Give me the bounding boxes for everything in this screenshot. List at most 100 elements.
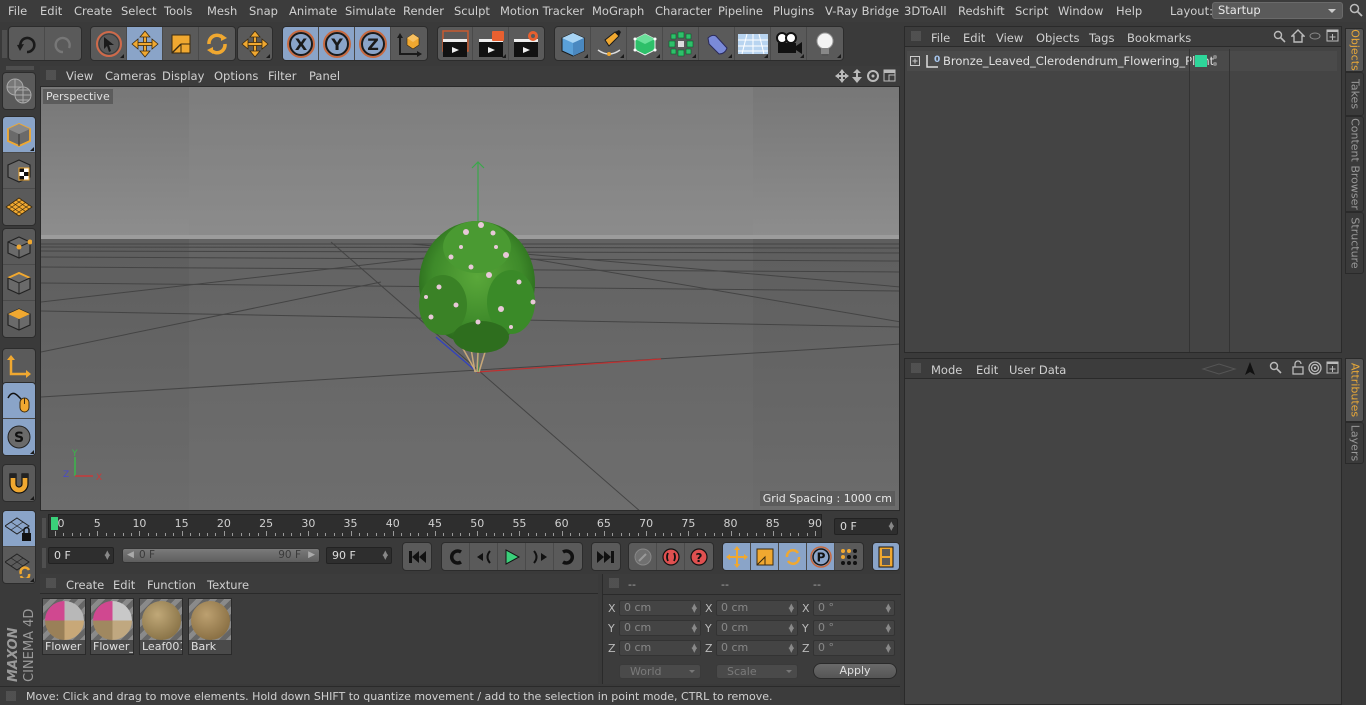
workplane-align-button[interactable]: [3, 547, 35, 583]
material-item[interactable]: Flower_: [90, 598, 134, 655]
range-right-arrow-icon[interactable]: ▶: [308, 549, 315, 562]
object-menu-file[interactable]: File: [931, 31, 950, 45]
goto-previous-key-button[interactable]: [442, 543, 470, 570]
menu-script[interactable]: Script: [1015, 4, 1048, 18]
x-axis-lock-button[interactable]: X: [283, 27, 319, 60]
timeline-grip[interactable]: [42, 518, 46, 538]
spinner-icon[interactable]: ▲ ▼: [886, 643, 891, 654]
pointer-icon[interactable]: [1244, 361, 1256, 376]
expand-icon[interactable]: [909, 55, 921, 67]
spinner-icon[interactable]: ▲ ▼: [692, 643, 697, 654]
spinner-icon[interactable]: ▲ ▼: [886, 623, 891, 634]
goto-next-key-button[interactable]: [554, 543, 582, 570]
menu-window[interactable]: Window: [1058, 4, 1103, 18]
viewport-menu-options[interactable]: Options: [214, 69, 258, 83]
object-menu-bookmarks[interactable]: Bookmarks: [1127, 31, 1191, 45]
status-grip[interactable]: [6, 691, 16, 701]
target-icon[interactable]: [1308, 361, 1322, 375]
menu-tools[interactable]: Tools: [164, 4, 192, 18]
points-mode-button[interactable]: [3, 229, 35, 265]
menu-help[interactable]: Help: [1116, 4, 1142, 18]
render-settings-button[interactable]: [509, 27, 544, 60]
texture-mode-button[interactable]: [3, 153, 35, 189]
attribute-menu-user-data[interactable]: User Data: [1009, 363, 1066, 377]
key-scale-button[interactable]: [751, 543, 779, 570]
history-nav-icon[interactable]: [1201, 363, 1237, 375]
menu-mograph[interactable]: MoGraph: [592, 4, 644, 18]
menu-character[interactable]: Character: [655, 4, 712, 18]
unlock-icon[interactable]: [1292, 360, 1304, 375]
start-frame-field[interactable]: 0 F ▲ ▼: [48, 547, 114, 564]
axis-mode-button[interactable]: [3, 349, 35, 385]
attribute-grip[interactable]: [911, 363, 921, 373]
polygons-mode-button[interactable]: [3, 301, 35, 337]
menu-select[interactable]: Select: [121, 4, 156, 18]
column-divider[interactable]: [1189, 49, 1190, 352]
tweak-mode-button[interactable]: [3, 383, 35, 419]
motion-system-button[interactable]: [629, 543, 657, 570]
coordinate-system-button[interactable]: [391, 27, 427, 60]
workplane-mode-button[interactable]: [3, 189, 35, 225]
timeline-ruler[interactable]: 0 5 10 15 20 25 30 35 40 45 50 55 60 65 70 75 80 85 90: [48, 514, 822, 538]
scale-button[interactable]: [163, 27, 199, 60]
viewport-menu-view[interactable]: View: [66, 69, 93, 83]
size-mode-dropdown[interactable]: Scale: [716, 664, 798, 679]
viewport-menu-display[interactable]: Display: [162, 69, 204, 83]
light-button[interactable]: [807, 27, 843, 60]
menu-edit[interactable]: Edit: [40, 4, 62, 18]
move-button[interactable]: [127, 27, 163, 60]
viewport-grip[interactable]: [46, 70, 56, 80]
menu-redshift[interactable]: Redshift: [958, 4, 1005, 18]
spinner-icon[interactable]: ▲ ▼: [105, 550, 110, 561]
viewport-zoom-icon[interactable]: [851, 69, 863, 83]
tab-attributes[interactable]: Attributes: [1345, 358, 1364, 422]
menu-vray-bridge[interactable]: V-Ray Bridge: [825, 4, 899, 18]
transport-grip[interactable]: [42, 548, 46, 568]
viewport-menu-filter[interactable]: Filter: [268, 69, 296, 83]
material-menu-edit[interactable]: Edit: [113, 578, 135, 592]
render-picture-viewer-button[interactable]: [473, 27, 509, 60]
goto-end-button[interactable]: [592, 543, 620, 570]
menu-pipeline[interactable]: Pipeline: [718, 4, 763, 18]
material-item[interactable]: Bark: [188, 598, 232, 655]
column-divider[interactable]: [1229, 49, 1230, 352]
camera-button[interactable]: [771, 27, 807, 60]
search-icon[interactable]: [1349, 3, 1363, 17]
cloner-button[interactable]: [663, 27, 699, 60]
material-grip[interactable]: [46, 578, 56, 588]
rotation-y-field[interactable]: 0 ° ▲ ▼: [813, 620, 895, 636]
attribute-menu-edit[interactable]: Edit: [976, 363, 998, 377]
attribute-menu-mode[interactable]: Mode: [931, 363, 962, 377]
autokey-button[interactable]: ?: [685, 543, 713, 570]
menu-sculpt[interactable]: Sculpt: [454, 4, 490, 18]
tab-structure[interactable]: Structure: [1345, 212, 1364, 274]
spinner-icon[interactable]: ▲ ▼: [886, 603, 891, 614]
object-menu-tags[interactable]: Tags: [1089, 31, 1114, 45]
apply-button[interactable]: Apply: [813, 663, 897, 679]
object-menu-objects[interactable]: Objects: [1036, 31, 1079, 45]
rotation-z-field[interactable]: 0 ° ▲ ▼: [813, 640, 895, 656]
key-rotation-button[interactable]: [779, 543, 807, 570]
material-item[interactable]: Leaf001: [139, 598, 183, 655]
rotate-button[interactable]: [199, 27, 235, 60]
viewport-rotate-icon[interactable]: [866, 69, 880, 83]
workplane-lock-button[interactable]: [3, 511, 35, 547]
live-selection-button[interactable]: [91, 27, 127, 60]
current-frame-field[interactable]: 0 F ▲ ▼: [834, 518, 898, 535]
new-window-icon[interactable]: [1326, 361, 1339, 374]
object-menu-view[interactable]: View: [996, 31, 1023, 45]
make-editable-button[interactable]: [3, 73, 35, 109]
size-y-field[interactable]: 0 cm ▲ ▼: [716, 620, 798, 636]
menu-animate[interactable]: Animate: [289, 4, 337, 18]
spinner-icon[interactable]: ▲ ▼: [692, 603, 697, 614]
object-menu-edit[interactable]: Edit: [963, 31, 985, 45]
material-menu-function[interactable]: Function: [147, 578, 196, 592]
search-icon[interactable]: [1269, 361, 1282, 374]
viewport-menu-panel[interactable]: Panel: [309, 69, 340, 83]
viewport-pan-icon[interactable]: [835, 69, 849, 83]
toolbar-grip[interactable]: [2, 30, 7, 58]
menu-file[interactable]: File: [8, 4, 27, 18]
menu-mesh[interactable]: Mesh: [207, 4, 237, 18]
object-grip[interactable]: [911, 31, 921, 41]
solo-button[interactable]: S: [3, 419, 35, 455]
